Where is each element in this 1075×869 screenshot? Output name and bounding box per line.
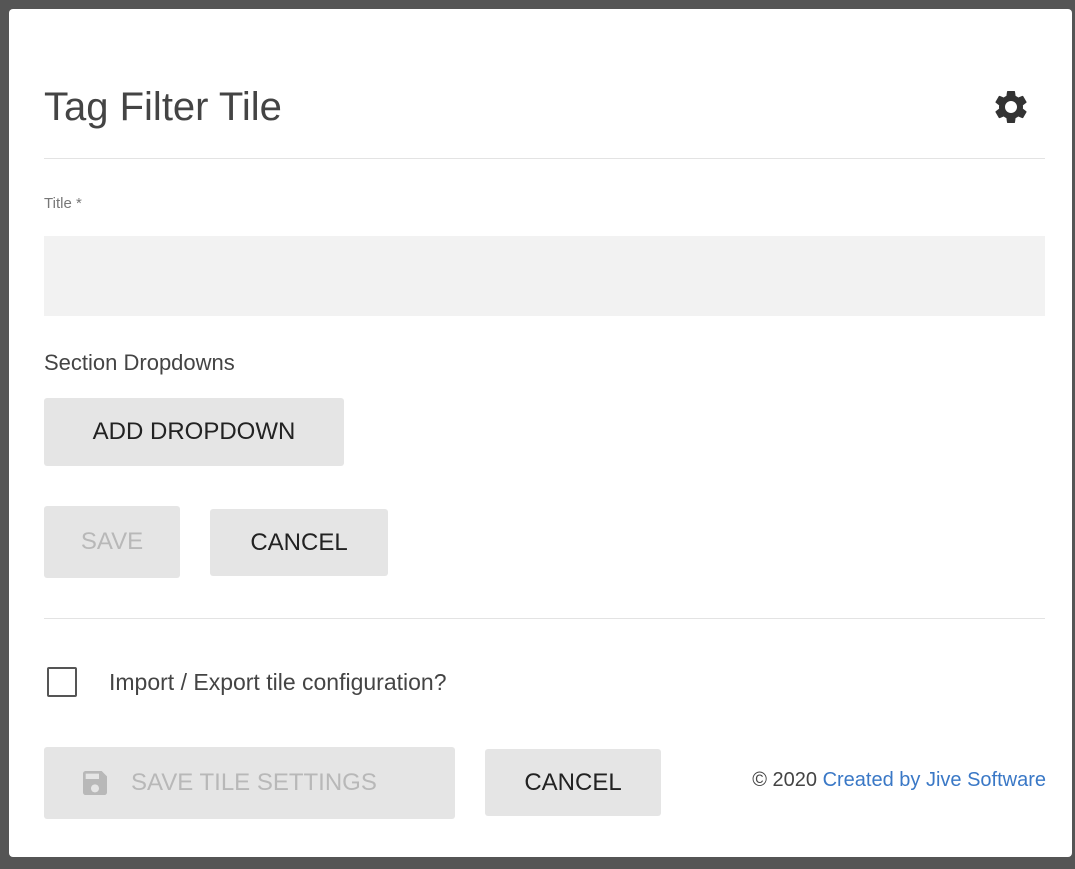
floppy-disk-icon <box>83 771 107 795</box>
save-button[interactable]: SAVE <box>44 506 180 578</box>
jive-software-link[interactable]: Created by Jive Software <box>823 769 1046 791</box>
dialog-header: Tag Filter Tile <box>44 81 1045 133</box>
cancel-button[interactable]: CANCEL <box>210 509 388 576</box>
tile-settings-dialog: Tag Filter Tile Title * Section Dropdown… <box>9 9 1072 857</box>
import-export-label: Import / Export tile configuration? <box>109 668 447 695</box>
footer-credit: © 2020 Created by Jive Software <box>752 769 1046 792</box>
save-tile-settings-button[interactable]: SAVE TILE SETTINGS <box>44 747 455 819</box>
dialog-title: Tag Filter Tile <box>44 85 282 129</box>
import-export-row: Import / Export tile configuration? <box>47 664 447 700</box>
header-divider <box>44 158 1045 159</box>
import-export-checkbox[interactable] <box>47 667 77 697</box>
title-input[interactable] <box>44 236 1045 316</box>
gear-icon[interactable] <box>991 87 1031 127</box>
add-dropdown-button[interactable]: ADD DROPDOWN <box>44 398 344 466</box>
copyright-text: © 2020 <box>752 769 823 791</box>
section-divider <box>44 618 1045 619</box>
title-field-label: Title * <box>44 195 82 212</box>
section-dropdowns-label: Section Dropdowns <box>44 350 235 375</box>
footer-cancel-button[interactable]: CANCEL <box>485 749 661 816</box>
save-tile-settings-label: SAVE TILE SETTINGS <box>131 769 377 796</box>
